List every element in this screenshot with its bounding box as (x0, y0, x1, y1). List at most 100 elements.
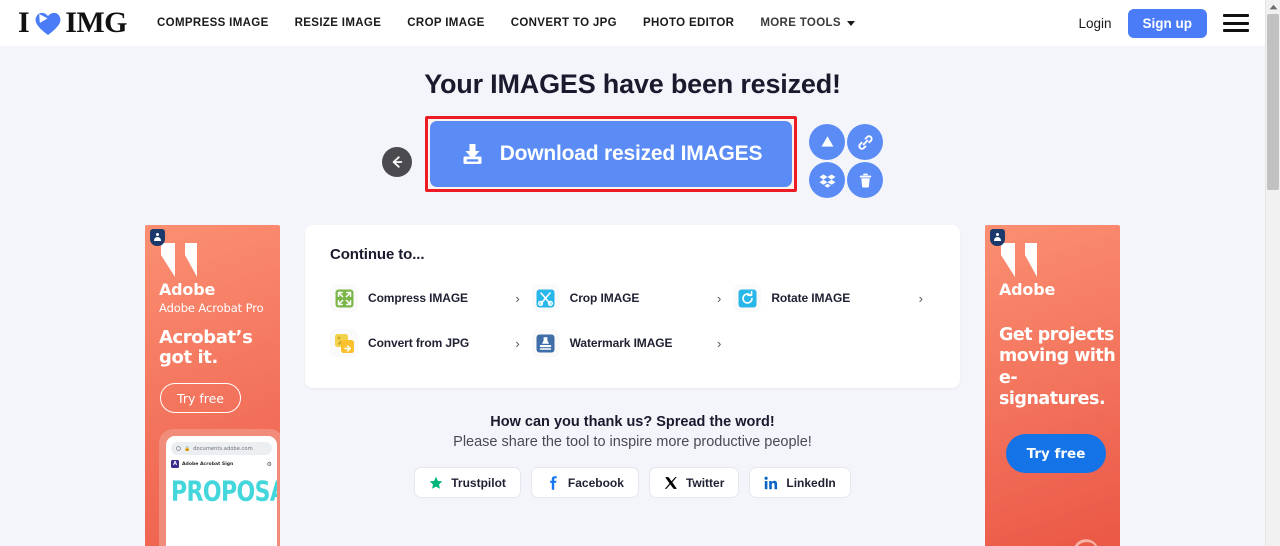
phone-url-bar: 🔒 documents.adobe.com (171, 442, 272, 455)
browser-viewport: I IMG COMPRESS IMAGE RESIZE IMAGE CROP I… (0, 0, 1280, 546)
continue-item-convert-from-jpg[interactable]: Convert from JPG › (330, 324, 532, 362)
signup-button[interactable]: Sign up (1127, 8, 1207, 38)
site-logo[interactable]: I IMG (18, 6, 128, 40)
scrollbar-thumb[interactable] (1267, 14, 1279, 190)
convert-icon (330, 329, 358, 357)
adchoices-icon[interactable] (150, 229, 165, 246)
download-resized-images-button[interactable]: Download resized IMAGES (430, 121, 792, 187)
login-link[interactable]: Login (1078, 16, 1111, 31)
dropbox-icon (819, 173, 835, 188)
adobe-logo-left: Adobe (159, 241, 215, 299)
continue-item-crop-image[interactable]: Crop IMAGE › (531, 279, 734, 317)
ad-left-headline-line1: Acrobat’s (159, 327, 253, 348)
share-section: How can you thank us? Spread the word! P… (305, 414, 960, 498)
adobe-a-icon (161, 243, 197, 277)
compress-icon (330, 284, 358, 312)
share-buttons: Trustpilot Facebook Twitter LinkedIn (305, 467, 960, 498)
share-button-label: Facebook (567, 475, 624, 490)
adobe-logo-right: Adobe (999, 241, 1055, 299)
continue-to-card: Continue to... Compress IMAGE › Crop IMA… (305, 225, 960, 388)
phone-mockup: 🔒 documents.adobe.com A Adobe Acrobat Si… (159, 429, 280, 546)
caret-up-icon (1269, 4, 1277, 10)
phone-app-bar: A Adobe Acrobat Sign ⚙ (171, 460, 272, 468)
nav-photo-editor[interactable]: PHOTO EDITOR (643, 17, 734, 29)
lock-icon: 🔒 (184, 445, 191, 452)
facebook-icon (550, 475, 557, 490)
adchoices-icon[interactable] (990, 229, 1005, 246)
logo-text-right: IMG (65, 6, 128, 39)
rotate-icon (733, 284, 762, 312)
ad-right-headline-line1: Get projects (999, 325, 1114, 345)
page-body: Your IMAGES have been resized! Download … (0, 46, 1265, 546)
continue-card-title: Continue to... (330, 246, 425, 263)
ad-left-headline-line2: got it. (159, 347, 218, 369)
adobe-brand-left: Adobe (159, 280, 216, 299)
hamburger-icon[interactable] (1223, 14, 1249, 32)
download-highlight-box: Download resized IMAGES (425, 116, 797, 192)
nav-resize-image[interactable]: RESIZE IMAGE (295, 17, 382, 29)
continue-item-label: Crop IMAGE (569, 291, 640, 305)
star-icon (429, 476, 443, 489)
share-trustpilot-button[interactable]: Trustpilot (414, 467, 521, 498)
chevron-down-icon (846, 20, 855, 26)
acrobat-icon: A (171, 460, 179, 468)
dropbox-button[interactable] (809, 162, 845, 198)
download-action-row: Download resized IMAGES (0, 116, 1265, 198)
nav-compress-image[interactable]: COMPRESS IMAGE (157, 17, 269, 29)
continue-item-watermark-image[interactable]: Watermark IMAGE › (531, 324, 734, 362)
scroll-up-button[interactable] (1266, 0, 1280, 14)
continue-item-label: Compress IMAGE (368, 291, 468, 305)
share-facebook-button[interactable]: Facebook (530, 467, 639, 498)
nav-crop-image[interactable]: CROP IMAGE (407, 17, 484, 29)
delete-button[interactable] (847, 162, 883, 198)
ad-banner-left[interactable]: Adobe Adobe Acrobat Pro Acrobat’s got it… (145, 225, 280, 546)
center-column: Continue to... Compress IMAGE › Crop IMA… (305, 225, 960, 546)
ad-right-headline: Get projects moving with e-signatures. (999, 325, 1120, 410)
continue-item-compress-image[interactable]: Compress IMAGE › (330, 279, 532, 317)
chevron-right-icon: › (918, 290, 923, 306)
watermark-stamp-icon (531, 329, 560, 357)
main-navigation: COMPRESS IMAGE RESIZE IMAGE CROP IMAGE C… (157, 17, 855, 29)
nav-convert-to-jpg[interactable]: CONVERT TO JPG (511, 17, 617, 29)
page-title: Your IMAGES have been resized! (424, 69, 841, 99)
phone-document-title: PROPOSAL (171, 476, 277, 508)
ad-banner-right[interactable]: Adobe Get projects moving with e-signatu… (985, 225, 1120, 546)
gear-icon: ⚙ (266, 460, 272, 468)
copy-link-button[interactable] (847, 124, 883, 160)
share-title: How can you thank us? Spread the word! (490, 414, 775, 430)
chevron-right-icon: › (515, 290, 520, 306)
continue-item-label: Convert from JPG (368, 336, 470, 350)
ad-right-cta-button[interactable]: Try free (1006, 434, 1106, 473)
nav-more-tools[interactable]: MORE TOOLS (760, 17, 855, 29)
share-linkedin-button[interactable]: LinkedIn (749, 467, 851, 498)
continue-item-label: Rotate IMAGE (771, 291, 851, 305)
adobe-a-icon (1001, 243, 1037, 277)
share-twitter-button[interactable]: Twitter (648, 467, 740, 498)
share-destinations (809, 124, 883, 198)
ad-left-headline: Acrobat’s got it. (159, 327, 253, 369)
google-drive-icon (821, 135, 834, 147)
continue-tool-grid: Compress IMAGE › Crop IMAGE › Rotate IMA… (330, 279, 935, 362)
arrow-left-icon (392, 156, 403, 168)
continue-item-label: Watermark IMAGE (569, 336, 673, 350)
download-button-label: Download resized IMAGES (499, 142, 763, 165)
share-button-label: Trustpilot (451, 475, 506, 490)
page-scrollbar[interactable] (1265, 0, 1280, 546)
google-drive-button[interactable] (809, 124, 845, 160)
x-twitter-icon (664, 476, 677, 489)
crop-scissors-icon (531, 284, 560, 312)
heart-icon (33, 9, 63, 37)
linkedin-icon (764, 476, 778, 489)
share-button-label: Twitter (685, 475, 725, 490)
people-illustration (1074, 539, 1098, 546)
continue-item-rotate-image[interactable]: Rotate IMAGE › (733, 279, 935, 317)
share-subtitle: Please share the tool to inspire more pr… (453, 434, 812, 450)
back-button[interactable] (382, 147, 412, 177)
trash-icon (859, 173, 871, 188)
chevron-right-icon: › (515, 335, 520, 351)
download-icon (463, 143, 482, 164)
ad-left-cta-button[interactable]: Try free (160, 383, 241, 413)
header-actions: Login Sign up (1078, 8, 1265, 38)
link-icon (857, 134, 873, 150)
logo-text-left: I (18, 6, 30, 39)
